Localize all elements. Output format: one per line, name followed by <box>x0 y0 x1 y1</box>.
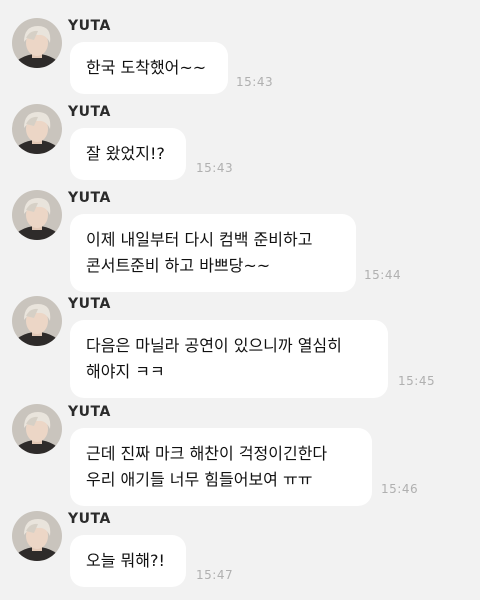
profile-avatar-icon[interactable] <box>12 296 62 346</box>
profile-avatar-icon[interactable] <box>12 18 62 68</box>
message-bubble[interactable]: 한국 도착했어~~ <box>70 42 228 94</box>
message-bubble[interactable]: 잘 왔었지!? <box>70 128 186 180</box>
profile-avatar-icon[interactable] <box>12 404 62 454</box>
sender-name: YUTA <box>68 404 111 420</box>
message-timestamp: 15:45 <box>398 374 436 388</box>
message-bubble[interactable]: 근데 진짜 마크 해찬이 걱정이긴한다 우리 애기들 너무 힘들어보여 ㅠㅠ <box>70 428 372 506</box>
sender-name: YUTA <box>68 511 111 527</box>
profile-avatar-icon[interactable] <box>12 104 62 154</box>
profile-avatar-icon[interactable] <box>12 511 62 561</box>
sender-name: YUTA <box>68 296 111 312</box>
message-timestamp: 15:46 <box>381 482 419 496</box>
message-timestamp: 15:47 <box>196 568 234 582</box>
message-timestamp: 15:43 <box>236 75 274 89</box>
message-bubble[interactable]: 다음은 마닐라 공연이 있으니까 열심히 해야지 ㅋㅋ <box>70 320 388 398</box>
message-timestamp: 15:43 <box>196 161 234 175</box>
sender-name: YUTA <box>68 18 111 34</box>
profile-avatar-icon[interactable] <box>12 190 62 240</box>
message-bubble[interactable]: 이제 내일부터 다시 컴백 준비하고 콘서트준비 하고 바쁘당~~ <box>70 214 356 292</box>
sender-name: YUTA <box>68 104 111 120</box>
message-timestamp: 15:44 <box>364 268 402 282</box>
message-bubble[interactable]: 오늘 뭐해?! <box>70 535 186 587</box>
chat-list: YUTA 한국 도착했어~~ 15:43 YUTA 잘 왔었지!? 15:43 <box>0 0 480 600</box>
sender-name: YUTA <box>68 190 111 206</box>
